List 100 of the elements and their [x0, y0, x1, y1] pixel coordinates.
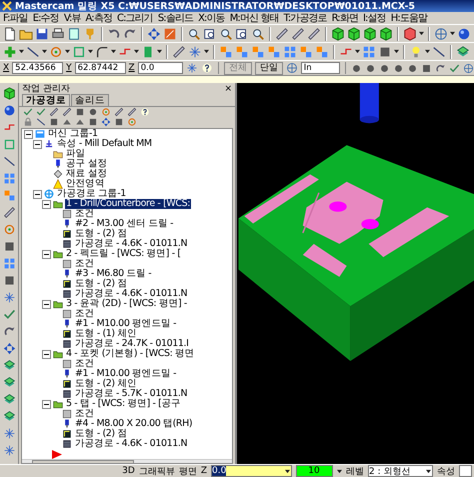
layers-icon[interactable] — [2, 359, 16, 372]
ball-icon[interactable] — [379, 62, 390, 74]
redo-icon[interactable] — [123, 26, 137, 40]
sphere-icon[interactable] — [2, 104, 16, 117]
tree-item[interactable]: 안전영역 — [65, 179, 106, 189]
coordinate-field[interactable]: 0.0 — [138, 62, 183, 74]
caret-icon[interactable] — [419, 31, 424, 36]
tree-item[interactable]: 조건 — [74, 409, 96, 419]
tree-item[interactable]: #1 - M10.00 평엔드밀 - — [74, 319, 178, 329]
layers-icon[interactable] — [456, 44, 470, 58]
coordinate-field[interactable]: 52.43566 — [12, 62, 64, 74]
redo-icon[interactable] — [435, 62, 446, 74]
square-icon[interactable] — [88, 117, 98, 127]
caret-icon[interactable] — [355, 49, 360, 54]
zoom-window-icon[interactable] — [235, 26, 249, 40]
caret-icon[interactable] — [111, 49, 116, 54]
tree-item[interactable]: 도형 - (2) 점 — [74, 279, 128, 289]
tree-item[interactable]: 가공경로 그룹-1 — [56, 189, 127, 199]
ball-icon[interactable] — [365, 62, 376, 74]
square-icon[interactable] — [75, 107, 85, 117]
globe-icon[interactable] — [434, 26, 448, 40]
insert-arrow-icon[interactable] — [52, 450, 62, 458]
pen-icon[interactable] — [291, 26, 305, 40]
menu-item[interactable]: X:이동 — [198, 12, 225, 24]
square-icon[interactable] — [114, 117, 124, 127]
tree-item[interactable]: 공구 설정 — [65, 159, 108, 169]
attributes-button[interactable]: 속성 — [437, 465, 455, 477]
tree-item[interactable]: 1 - Drill/Counterbore - [WCS: — [65, 199, 192, 209]
star-icon[interactable] — [2, 291, 16, 304]
collapse-icon[interactable] — [42, 200, 51, 208]
pen-icon[interactable] — [172, 44, 186, 58]
line-icon[interactable] — [2, 155, 16, 168]
redo-icon[interactable] — [2, 325, 16, 338]
move-icon[interactable] — [101, 117, 111, 127]
caret-icon[interactable] — [425, 49, 430, 54]
line-icon[interactable] — [432, 44, 446, 58]
cube-icon[interactable] — [2, 87, 16, 100]
tree-item[interactable]: 4 - 포켓 (기본형) - [WCS: 평면 — [65, 349, 196, 359]
menu-item[interactable]: S:솔리드 — [158, 12, 194, 24]
layers-icon[interactable] — [2, 410, 16, 423]
collapse-icon[interactable] — [42, 250, 51, 258]
menu-item[interactable]: E:수정 — [32, 12, 59, 24]
menu-item[interactable]: I:설정 — [362, 12, 386, 24]
ball-icon[interactable] — [393, 62, 404, 74]
undo-icon[interactable] — [107, 26, 121, 40]
tree-item[interactable]: 5 - 탭 - [WCS: 평면] - [공구 — [65, 399, 182, 409]
caret-icon[interactable] — [450, 31, 455, 36]
globe-icon[interactable] — [463, 62, 474, 74]
page-icon[interactable] — [67, 26, 81, 40]
collapse-icon[interactable] — [33, 140, 42, 148]
save-icon[interactable] — [35, 26, 49, 40]
menu-item[interactable]: M:머신 형태 — [230, 12, 279, 24]
attributes-field[interactable] — [459, 465, 472, 477]
close-button[interactable]: × — [224, 84, 232, 94]
menu-item[interactable]: F:파일 — [3, 12, 28, 24]
star-icon[interactable] — [2, 444, 16, 457]
tree-item[interactable]: 도형 - (2) 체인 — [74, 379, 138, 389]
menu-item[interactable]: H:도움말 — [390, 12, 428, 24]
menu-item[interactable]: C:그리기 — [116, 12, 153, 24]
zoom-icon[interactable] — [187, 26, 201, 40]
tree-item[interactable]: 가공경로 - 4.6K - 01011.N — [74, 439, 188, 449]
tree-item[interactable]: 가공경로 - 4.6K - 01011.N — [74, 289, 188, 299]
tree-item[interactable]: 재료 설정 — [65, 169, 108, 179]
tree-item[interactable]: 가공경로 - 5.7K - 01011.N — [74, 389, 188, 399]
cube-icon[interactable] — [363, 26, 377, 40]
pen-icon[interactable] — [307, 26, 321, 40]
menu-item[interactable]: T:가공경로 — [284, 12, 327, 24]
square-icon[interactable] — [421, 62, 432, 74]
square-icon[interactable] — [378, 44, 392, 58]
plane-button[interactable]: 평면 — [178, 465, 197, 477]
ball-icon[interactable] — [351, 62, 362, 74]
tree-item[interactable]: 가공경로 - 24.7K - 01011.I — [74, 339, 190, 349]
zoom-icon[interactable] — [219, 26, 233, 40]
tree-item[interactable]: 조건 — [74, 359, 96, 369]
tree-item[interactable]: #4 - M8.00 X 20.00 탭(RH) — [74, 419, 194, 429]
tab[interactable]: 솔리드 — [71, 94, 109, 106]
layers-icon[interactable] — [2, 376, 16, 389]
move-icon[interactable] — [2, 342, 16, 355]
cube-icon[interactable] — [331, 26, 345, 40]
tree-item[interactable]: #3 - M6.80 드릴 - — [74, 269, 152, 279]
square-icon[interactable] — [2, 240, 16, 253]
help-icon[interactable] — [140, 107, 150, 117]
square-icon[interactable] — [49, 117, 59, 127]
caret-icon[interactable] — [285, 468, 290, 474]
layers-icon[interactable] — [2, 393, 16, 406]
ball-icon[interactable] — [407, 62, 418, 74]
pen-icon[interactable] — [275, 26, 289, 40]
caret-icon[interactable] — [337, 468, 342, 474]
cube-icon[interactable] — [403, 26, 417, 40]
tree-item[interactable]: 도형 - (2) 점 — [74, 229, 128, 239]
tree-item[interactable]: 조건 — [74, 259, 96, 269]
caret-icon[interactable] — [394, 49, 399, 54]
selection-button[interactable]: 단일 — [254, 62, 283, 74]
menu-item[interactable]: V:뷰 — [64, 12, 81, 24]
units-dropdown[interactable]: In — [300, 62, 340, 74]
layer-field[interactable]: 2 : 외형선 — [368, 465, 433, 477]
square-icon[interactable] — [2, 274, 16, 287]
tree-item[interactable]: #2 - M3.00 센터 드릴 - — [74, 219, 174, 229]
pen-icon[interactable] — [2, 206, 16, 219]
collapse-icon[interactable] — [24, 130, 33, 138]
